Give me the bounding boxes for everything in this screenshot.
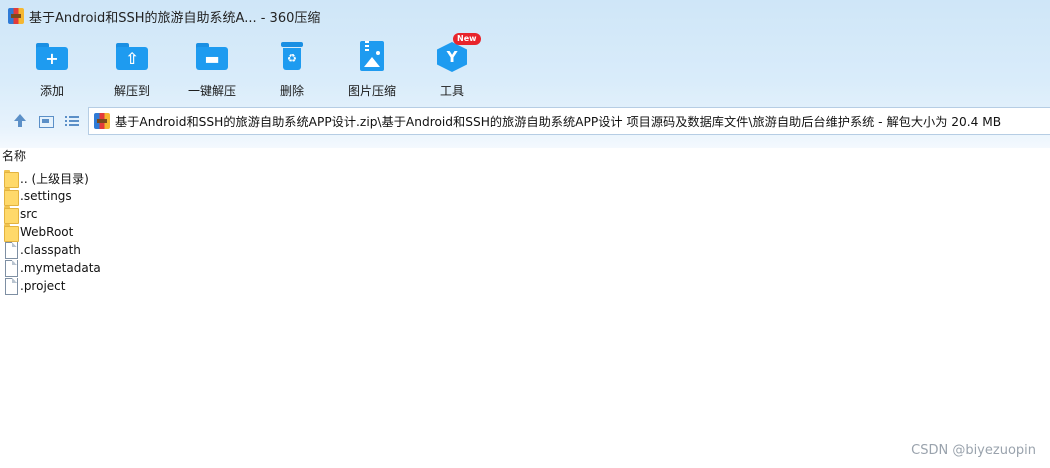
file-name: .mymetadata xyxy=(20,261,101,275)
folder-icon xyxy=(4,188,19,206)
one-click-extract-icon: ▬ xyxy=(195,40,229,74)
tools-icon: Y New xyxy=(435,33,481,74)
path-text: 基于Android和SSH的旅游自助系统APP设计.zip\基于Android和… xyxy=(115,115,1002,129)
folder-icon xyxy=(4,206,19,224)
image-compress-icon xyxy=(355,40,389,74)
add-folder-icon: + xyxy=(35,40,69,74)
list-item[interactable]: .project xyxy=(0,277,400,295)
list-item[interactable]: .mymetadata xyxy=(0,259,400,277)
file-name: src xyxy=(20,207,38,221)
file-name: .project xyxy=(20,279,66,293)
trash-icon: ♻ xyxy=(275,40,309,74)
file-name: .settings xyxy=(20,189,72,203)
file-icon xyxy=(4,278,18,295)
folder-icon xyxy=(4,224,19,242)
file-list: .. (上级目录) .settings src WebRoot .classpa… xyxy=(0,169,400,295)
extract-to-button[interactable]: ⇧ 解压到 xyxy=(87,36,177,100)
thumbnail-view-icon[interactable] xyxy=(38,113,54,129)
list-item[interactable]: .. (上级目录) xyxy=(0,169,400,188)
column-header-name[interactable]: 名称 xyxy=(0,147,26,165)
delete-button-label: 删除 xyxy=(279,84,304,98)
list-item[interactable]: .classpath xyxy=(0,241,400,259)
new-badge: New xyxy=(453,33,481,45)
up-arrow-icon[interactable] xyxy=(12,113,28,129)
watermark: CSDN @biyezuopin xyxy=(911,443,1036,458)
image-compress-button[interactable]: 图片压缩 xyxy=(327,36,417,100)
list-item[interactable]: WebRoot xyxy=(0,223,400,242)
path-field[interactable]: 基于Android和SSH的旅游自助系统APP设计.zip\基于Android和… xyxy=(88,107,1050,135)
list-view-icon[interactable] xyxy=(64,113,80,129)
extract-to-icon: ⇧ xyxy=(115,40,149,74)
list-item[interactable]: .settings xyxy=(0,187,400,206)
extract-to-button-label: 解压到 xyxy=(113,84,150,98)
window-title: 基于Android和SSH的旅游自助系统A... - 360压缩 xyxy=(29,10,321,26)
toolbar: + 添加 ⇧ 解压到 ▬ 一键解压 ♻ 删除 图片压缩 Y New 工具 xyxy=(0,33,1050,100)
file-icon xyxy=(4,242,18,259)
one-click-extract-button-label: 一键解压 xyxy=(187,84,236,98)
one-click-extract-button[interactable]: ▬ 一键解压 xyxy=(167,36,257,100)
address-bar: 基于Android和SSH的旅游自助系统APP设计.zip\基于Android和… xyxy=(0,106,1050,136)
file-name: WebRoot xyxy=(20,225,74,239)
title-bar: 基于Android和SSH的旅游自助系统A... - 360压缩 xyxy=(0,0,1050,32)
tools-button-label: 工具 xyxy=(439,84,464,98)
archive-icon xyxy=(94,113,110,129)
file-name: .classpath xyxy=(20,243,81,257)
app-logo-icon xyxy=(8,8,24,24)
file-icon xyxy=(4,260,18,277)
folder-icon xyxy=(4,170,19,188)
add-button[interactable]: + 添加 xyxy=(7,36,97,100)
image-compress-button-label: 图片压缩 xyxy=(347,84,396,98)
add-button-label: 添加 xyxy=(39,84,64,98)
list-item[interactable]: src xyxy=(0,205,400,224)
window-header: 基于Android和SSH的旅游自助系统A... - 360压缩 + 添加 ⇧ … xyxy=(0,0,1050,148)
file-name: .. (上级目录) xyxy=(20,171,89,186)
delete-button[interactable]: ♻ 删除 xyxy=(247,36,337,100)
tools-button[interactable]: Y New 工具 xyxy=(407,33,497,100)
